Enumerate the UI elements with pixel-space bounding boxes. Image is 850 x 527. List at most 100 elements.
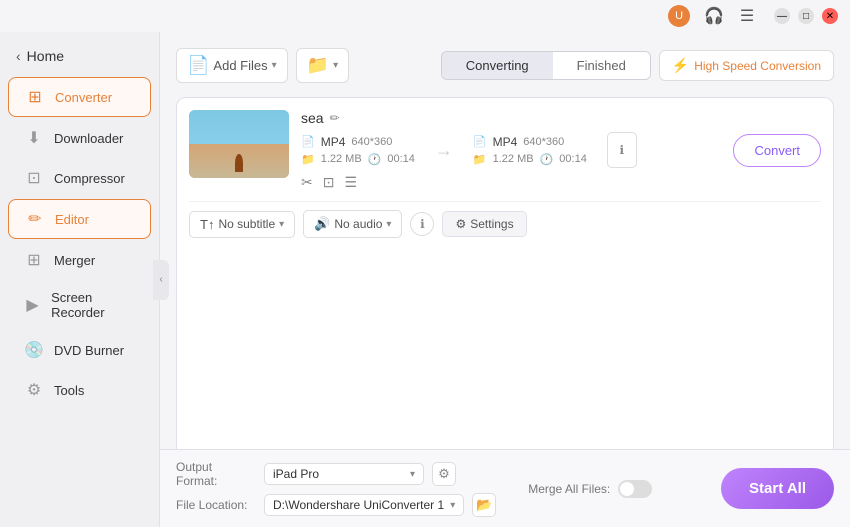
sidebar-item-dvd-burner[interactable]: 💿 DVD Burner (8, 331, 151, 369)
effects-icon[interactable]: ☰ (344, 174, 357, 191)
thumbnail-visual (189, 110, 289, 178)
controls-row: T↑ No subtitle ▾ 🔊 No audio ▾ ℹ ⚙ Settin… (189, 210, 821, 238)
editor-icon: ✏ (25, 209, 45, 229)
output-format-value: iPad Pro (273, 467, 319, 481)
collapse-handle[interactable]: ‹ (153, 260, 169, 300)
convert-button[interactable]: Convert (733, 134, 821, 167)
maximize-button[interactable]: □ (798, 8, 814, 24)
file-title-row: sea ✏ (301, 110, 821, 126)
subtitle-icon: T↑ (200, 217, 214, 232)
bolt-icon: ⚡ (672, 57, 689, 74)
sidebar-converter-label: Converter (55, 90, 112, 105)
info-icon: ℹ (420, 217, 425, 231)
merge-toggle[interactable] (618, 480, 652, 498)
input-resolution: 640*360 (351, 136, 392, 148)
output-folder-icon: 📁 (473, 153, 487, 166)
edit-icon[interactable]: ✏ (330, 111, 340, 125)
sidebar-item-downloader[interactable]: ⬇ Downloader (8, 119, 151, 157)
output-format-icon: 📄 (473, 135, 487, 148)
home-nav[interactable]: ‹ Home (0, 40, 159, 76)
input-format-block: 📄 MP4 640*360 📁 1.22 MB 🕐 00:14 (301, 135, 415, 166)
minimize-button[interactable]: — (774, 8, 790, 24)
tab-converting[interactable]: Converting (442, 52, 553, 79)
sidebar-screen-recorder-label: Screen Recorder (51, 290, 135, 320)
add-folder-button[interactable]: 📁 ▾ (296, 48, 349, 83)
output-format-row: 📄 MP4 640*360 (473, 135, 587, 149)
add-files-label: Add Files (213, 58, 267, 73)
file-location-label: File Location: (176, 498, 256, 512)
output-duration: 00:14 (559, 153, 587, 165)
output-format-row: Output Format: iPad Pro ▾ ⚙ (176, 460, 496, 488)
audio-icon: 🔊 (314, 216, 330, 232)
input-meta-row: 📁 1.22 MB 🕐 00:14 (301, 153, 415, 166)
titlebar-icons: U 🎧 ☰ (668, 5, 756, 27)
screen-recorder-icon: ▶ (24, 295, 41, 315)
bottom-bar: Output Format: iPad Pro ▾ ⚙ File Locatio… (160, 449, 850, 527)
output-format-chevron-icon: ▾ (410, 469, 415, 480)
bottom-fields: Output Format: iPad Pro ▾ ⚙ File Locatio… (176, 460, 496, 517)
high-speed-label: High Speed Conversion (694, 59, 821, 73)
add-folder-icon: 📁 (307, 55, 329, 76)
output-settings-icon: ⚙ (438, 466, 450, 482)
file-location-value: D:\Wondershare UniConverter 1 (273, 498, 444, 512)
cut-icon[interactable]: ✂ (301, 174, 313, 191)
sidebar-item-converter[interactable]: ⊞ Converter (8, 77, 151, 117)
sidebar-compressor-label: Compressor (54, 171, 125, 186)
settings-button[interactable]: ⚙ Settings (442, 211, 526, 237)
profile-icon[interactable]: U (668, 5, 690, 27)
output-settings-button[interactable]: ⚙ (432, 462, 456, 486)
output-clock-icon: 🕐 (540, 153, 554, 166)
info-button[interactable]: ℹ (410, 212, 434, 236)
crop-icon[interactable]: ⊡ (323, 174, 335, 191)
file-location-browse-button[interactable]: 📂 (472, 493, 496, 517)
input-format-row: 📄 MP4 640*360 (301, 135, 415, 149)
output-format-label: Output Format: (176, 460, 256, 488)
file-location-select[interactable]: D:\Wondershare UniConverter 1 ▾ (264, 494, 464, 516)
headphone-icon[interactable]: 🎧 (704, 6, 724, 26)
sidebar-item-screen-recorder[interactable]: ▶ Screen Recorder (8, 281, 151, 329)
sidebar-item-merger[interactable]: ⊞ Merger (8, 241, 151, 279)
input-folder-icon: 📁 (301, 153, 315, 166)
downloader-icon: ⬇ (24, 128, 44, 148)
thumbnail (189, 110, 289, 178)
topbar: 📄 Add Files ▾ 📁 ▾ Converting Finished ⚡ … (176, 48, 834, 83)
sidebar-merger-label: Merger (54, 253, 95, 268)
merge-section: Merge All Files: (528, 480, 652, 498)
high-speed-button[interactable]: ⚡ High Speed Conversion (659, 50, 834, 81)
add-folder-chevron-icon: ▾ (333, 60, 338, 71)
sidebar-item-tools[interactable]: ⚙ Tools (8, 371, 151, 409)
audio-label: No audio (334, 217, 382, 231)
back-arrow-icon: ‹ (16, 48, 21, 64)
sidebar-downloader-label: Downloader (54, 131, 123, 146)
metadata-button[interactable]: ℹ (607, 132, 637, 168)
arrow-icon: → (431, 140, 457, 161)
subtitle-chevron-icon: ▾ (279, 219, 284, 230)
home-label: Home (27, 48, 64, 64)
input-format-text: MP4 (321, 135, 346, 149)
add-files-button[interactable]: 📄 Add Files ▾ (176, 48, 288, 83)
input-clock-icon: 🕐 (368, 153, 382, 166)
sidebar-item-editor[interactable]: ✏ Editor (8, 199, 151, 239)
sidebar-item-compressor[interactable]: ⊡ Compressor (8, 159, 151, 197)
file-name: sea (301, 110, 324, 126)
add-files-chevron-icon: ▾ (272, 60, 277, 71)
output-meta-row: 📁 1.22 MB 🕐 00:14 (473, 153, 587, 166)
close-button[interactable]: ✕ (822, 8, 838, 24)
tab-finished[interactable]: Finished (553, 52, 650, 79)
start-all-button[interactable]: Start All (721, 468, 834, 509)
output-format-select[interactable]: iPad Pro ▾ (264, 463, 424, 485)
metadata-icon: ℹ (620, 143, 625, 157)
compressor-icon: ⊡ (24, 168, 44, 188)
audio-chevron-icon: ▾ (386, 219, 391, 230)
tab-switcher: Converting Finished (441, 51, 651, 80)
settings-label: Settings (470, 217, 513, 231)
sidebar-dvd-burner-label: DVD Burner (54, 343, 124, 358)
toggle-knob (620, 482, 634, 496)
audio-dropdown[interactable]: 🔊 No audio ▾ (303, 210, 402, 238)
output-size: 1.22 MB (493, 153, 534, 165)
file-info: sea ✏ 📄 MP4 640*360 📁 1.22 MB (301, 110, 821, 191)
subtitle-dropdown[interactable]: T↑ No subtitle ▾ (189, 211, 295, 238)
subtitle-label: No subtitle (218, 217, 275, 231)
file-location-chevron-icon: ▾ (450, 500, 455, 511)
menu-icon[interactable]: ☰ (738, 7, 756, 25)
